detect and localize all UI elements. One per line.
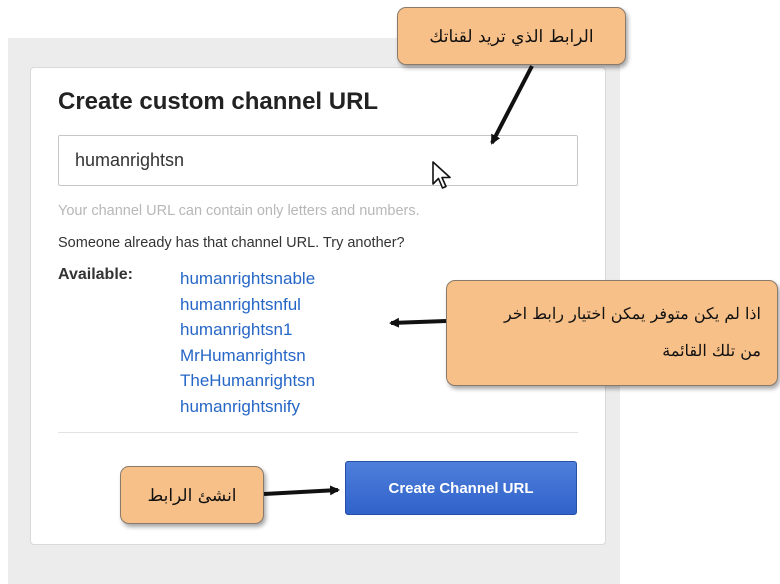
suggestion-link[interactable]: humanrightsn1 [180,320,292,339]
callout-line: من تلك القائمة [662,341,761,360]
page-title: Create custom channel URL [58,88,379,115]
suggestion-list: humanrightsnable humanrightsnful humanri… [180,266,315,419]
create-channel-url-button[interactable]: Create Channel URL [345,461,577,515]
suggestion-link[interactable]: TheHumanrightsn [180,371,315,390]
suggestion-link[interactable]: humanrightsnable [180,269,315,288]
url-rules-hint: Your channel URL can contain only letter… [58,203,420,219]
channel-url-input[interactable] [58,135,578,186]
callout-line: اذا لم يكن متوفر يمكن اختيار رابط اخر [503,304,761,323]
list-item: humanrightsnful [180,292,315,318]
list-item: humanrightsnable [180,266,315,292]
mouse-pointer-icon [432,161,451,189]
list-item: TheHumanrightsn [180,368,315,394]
suggestion-link[interactable]: humanrightsnify [180,397,300,416]
callout-suggestions-annotation: اذا لم يكن متوفر يمكن اختيار رابط اخر من… [446,280,778,386]
url-taken-message: Someone already has that channel URL. Tr… [58,235,405,251]
callout-url-annotation: الرابط الذي تريد لقناتك [397,7,626,65]
callout-create-annotation: انشئ الرابط [120,466,264,524]
list-item: humanrightsnify [180,394,315,420]
divider [58,432,578,433]
suggestion-link[interactable]: MrHumanrightsn [180,346,306,365]
list-item: humanrightsn1 [180,317,315,343]
list-item: MrHumanrightsn [180,343,315,369]
available-label: Available: [58,266,133,283]
suggestion-link[interactable]: humanrightsnful [180,295,301,314]
